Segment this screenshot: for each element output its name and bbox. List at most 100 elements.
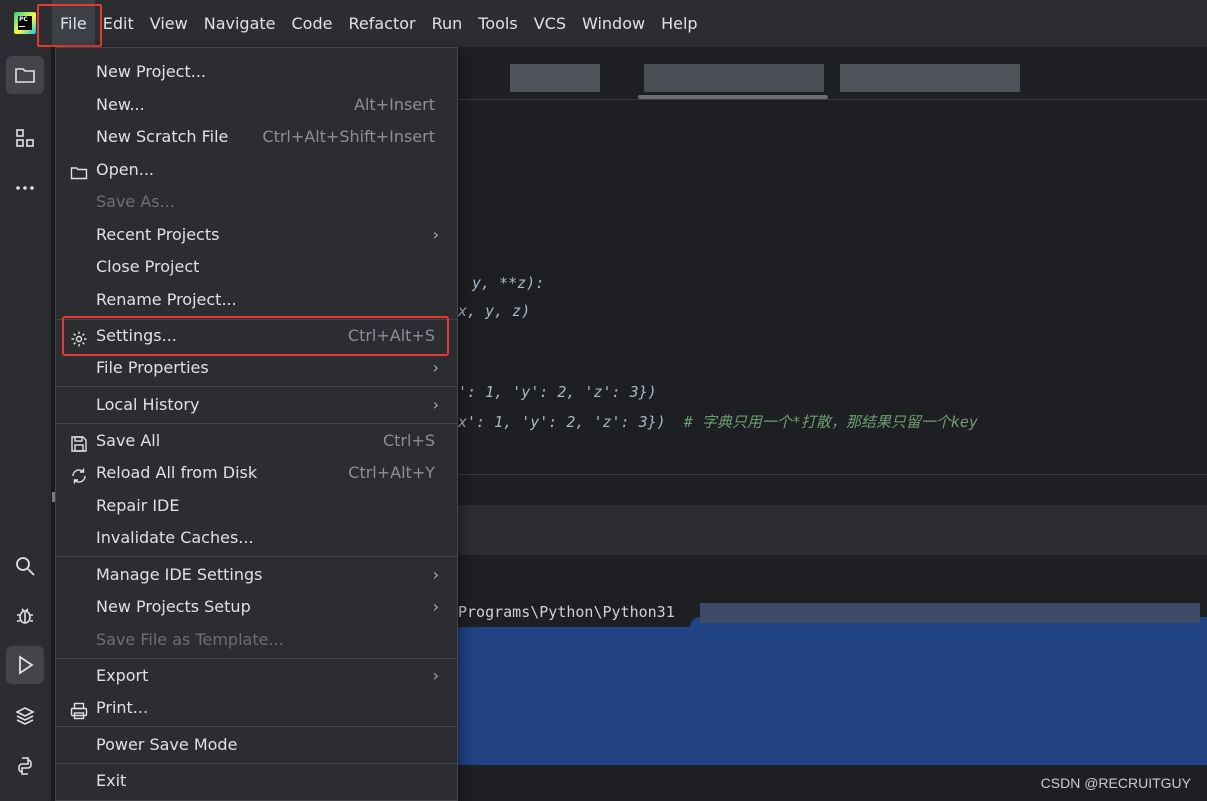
menu-item-label: Open... xyxy=(96,160,154,179)
menu-item-label: Manage IDE Settings xyxy=(96,565,263,584)
chevron-right-icon: › xyxy=(432,358,439,377)
menu-item-repair-ide[interactable]: Repair IDE xyxy=(56,490,457,522)
print-icon xyxy=(70,699,88,720)
editor-separator xyxy=(458,474,1207,475)
menu-item-export[interactable]: Export › xyxy=(56,660,457,692)
console-selection xyxy=(458,627,1207,765)
settings-annotation-box xyxy=(62,316,449,356)
menu-separator xyxy=(56,726,457,727)
menu-item-label: Repair IDE xyxy=(96,496,180,515)
menu-item-label: New Scratch File xyxy=(96,127,229,146)
menu-item-label: Save File as Template... xyxy=(96,630,284,649)
menu-item-new-projects-setup[interactable]: New Projects Setup › xyxy=(56,591,457,623)
debug-icon[interactable] xyxy=(6,596,44,634)
left-tool-strip xyxy=(0,47,52,801)
menu-item-new-scratch-file[interactable]: New Scratch File Ctrl+Alt+Shift+Insert xyxy=(56,121,457,153)
menu-item-label: Power Save Mode xyxy=(96,735,238,754)
blurred-tab[interactable] xyxy=(510,64,600,92)
menu-bar: PC File Edit View Navigate Code Refactor… xyxy=(0,0,1207,47)
blurred-tab[interactable] xyxy=(644,64,824,92)
menu-item-save-as[interactable]: Save As... xyxy=(56,186,457,218)
menu-item-print[interactable]: Print... xyxy=(56,692,457,724)
menu-help[interactable]: Help xyxy=(653,0,705,47)
console-path-line: Programs\Python\Python31 xyxy=(458,603,675,621)
menu-items: File Edit View Navigate Code Refactor Ru… xyxy=(52,0,706,47)
chevron-right-icon: › xyxy=(432,597,439,616)
chevron-right-icon: › xyxy=(432,225,439,244)
project-folder-icon[interactable] xyxy=(6,56,44,94)
menu-item-manage-ide-settings[interactable]: Manage IDE Settings › xyxy=(56,559,457,591)
menu-separator xyxy=(56,763,457,764)
editor-tab-bar xyxy=(458,47,1207,100)
menu-separator xyxy=(56,386,457,387)
menu-item-label: Print... xyxy=(96,698,149,717)
menu-item-save-file-as-template[interactable]: Save File as Template... xyxy=(56,624,457,656)
menu-item-label: Export xyxy=(96,666,149,685)
menu-item-close-project[interactable]: Close Project xyxy=(56,251,457,283)
menu-item-power-save-mode[interactable]: Power Save Mode xyxy=(56,729,457,761)
menu-separator xyxy=(56,556,457,557)
watermark: CSDN @RECRUITGUY xyxy=(1040,775,1191,791)
menu-item-recent-projects[interactable]: Recent Projects › xyxy=(56,219,457,251)
menu-item-open[interactable]: Open... xyxy=(56,154,457,186)
save-icon xyxy=(70,432,88,452)
menu-item-exit[interactable]: Exit xyxy=(56,765,457,797)
search-icon[interactable] xyxy=(6,547,44,585)
code-comment: # 字典只用一个*打散，那结果只留一个key xyxy=(683,413,978,431)
menu-item-shortcut: Alt+Insert xyxy=(354,95,435,114)
blurred-tab[interactable] xyxy=(840,64,1020,92)
code-line: x': 1, 'y': 2, 'z': 3}) # 字典只用一个*打散，那结果只… xyxy=(458,411,978,432)
layers-icon[interactable] xyxy=(6,697,44,735)
menu-item-local-history[interactable]: Local History › xyxy=(56,389,457,421)
menu-navigate[interactable]: Navigate xyxy=(196,0,284,47)
chevron-right-icon: › xyxy=(432,666,439,685)
menu-item-rename-project[interactable]: Rename Project... xyxy=(56,284,457,316)
active-tab-indicator xyxy=(638,95,828,99)
menu-item-label: New Projects Setup xyxy=(96,597,251,616)
menu-item-label: Exit xyxy=(96,771,127,790)
menu-item-reload-all-from-disk[interactable]: Reload All from Disk Ctrl+Alt+Y xyxy=(56,457,457,489)
menu-separator xyxy=(56,423,457,424)
menu-item-shortcut: Ctrl+S xyxy=(382,431,435,450)
menu-item-label: File Properties xyxy=(96,358,209,377)
python-console-icon[interactable] xyxy=(6,747,44,785)
file-menu-annotation-box xyxy=(37,4,102,47)
menu-item-label: Save All xyxy=(96,431,161,450)
menu-item-label: Invalidate Caches... xyxy=(96,528,254,547)
structure-icon[interactable] xyxy=(6,119,44,157)
chevron-right-icon: › xyxy=(432,565,439,584)
menu-item-new[interactable]: New... Alt+Insert xyxy=(56,89,457,121)
blurred-console-text xyxy=(700,603,1200,623)
menu-refactor[interactable]: Refactor xyxy=(340,0,423,47)
pycharm-logo-icon[interactable]: PC xyxy=(14,12,36,34)
reload-icon xyxy=(70,464,88,484)
menu-window[interactable]: Window xyxy=(574,0,653,47)
menu-item-new-project[interactable]: New Project... xyxy=(56,56,457,88)
menu-item-label: New Project... xyxy=(96,62,206,81)
menu-item-save-all[interactable]: Save All Ctrl+S xyxy=(56,425,457,457)
menu-separator xyxy=(56,658,457,659)
folder-icon xyxy=(70,161,88,180)
menu-tools[interactable]: Tools xyxy=(470,0,525,47)
logo-label: PC xyxy=(19,16,28,23)
more-icon[interactable] xyxy=(6,169,44,207)
menu-item-file-properties[interactable]: File Properties › xyxy=(56,352,457,384)
menu-item-invalidate-caches[interactable]: Invalidate Caches... xyxy=(56,522,457,554)
code-line: y, **z): xyxy=(472,274,545,292)
code-text: x': 1, 'y': 2, 'z': 3}) xyxy=(458,413,666,431)
code-line: ': 1, 'y': 2, 'z': 3}) xyxy=(458,383,657,401)
menu-run[interactable]: Run xyxy=(424,0,471,47)
run-icon[interactable] xyxy=(6,646,44,684)
menu-item-label: Save As... xyxy=(96,192,175,211)
menu-item-shortcut: Ctrl+Alt+Y xyxy=(348,463,435,482)
menu-item-label: Local History xyxy=(96,395,200,414)
menu-item-shortcut: Ctrl+Alt+Shift+Insert xyxy=(262,127,435,146)
menu-code[interactable]: Code xyxy=(284,0,341,47)
menu-item-label: Recent Projects xyxy=(96,225,220,244)
menu-vcs[interactable]: VCS xyxy=(526,0,574,47)
run-panel-header xyxy=(458,505,1207,555)
menu-item-label: Reload All from Disk xyxy=(96,463,258,482)
menu-item-label: New... xyxy=(96,95,145,114)
menu-item-label: Close Project xyxy=(96,257,200,276)
menu-view[interactable]: View xyxy=(142,0,196,47)
